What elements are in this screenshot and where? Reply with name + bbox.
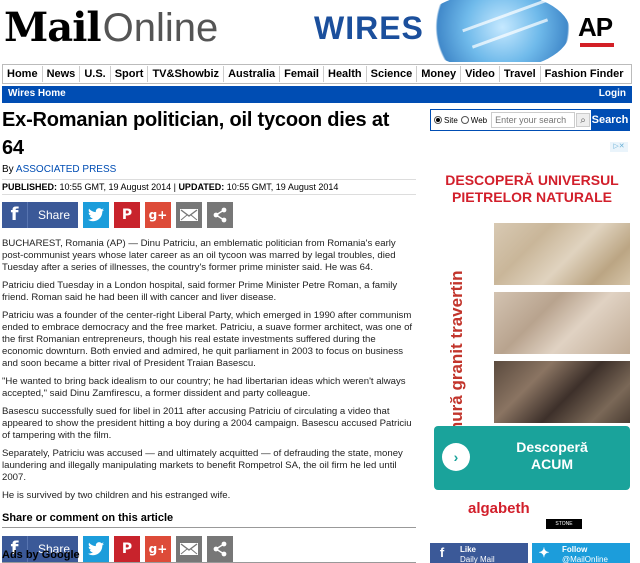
ad-button-text: Descoperă ACUM bbox=[482, 439, 622, 473]
granite-sample-image bbox=[494, 292, 630, 354]
ad-button-line1: Descoperă bbox=[516, 439, 588, 455]
facebook-share-button[interactable]: f Share bbox=[2, 202, 78, 228]
ad-brand: algabeth bbox=[468, 500, 530, 517]
adchoices-icon[interactable]: ▷✕ bbox=[610, 142, 628, 152]
wires-label: WIRES bbox=[314, 10, 424, 46]
ap-logo-underline bbox=[580, 43, 614, 47]
nav-item-u-s-[interactable]: U.S. bbox=[80, 66, 111, 82]
wires-bar: Wires Home Login bbox=[2, 86, 632, 103]
twitter-follow-button[interactable]: ✦ Follow @MailOnline bbox=[532, 543, 630, 563]
article-headline: Ex-Romanian politician, oil tycoon dies … bbox=[2, 109, 390, 159]
wires-banner: WIRES bbox=[310, 0, 570, 62]
main-nav: Home News U.S. Sport TV&Showbiz Australia Fema… bbox=[2, 64, 632, 84]
twitter-follow-account: @MailOnline bbox=[562, 555, 608, 563]
byline: By ASSOCIATED PRESS bbox=[2, 164, 416, 175]
share-comment-heading: Share or comment on this article bbox=[2, 512, 416, 528]
radio-selected-icon bbox=[434, 116, 442, 124]
nav-item-money[interactable]: Money bbox=[417, 66, 462, 82]
search-site-radio[interactable]: Site bbox=[434, 116, 458, 125]
share-icon bbox=[213, 207, 227, 223]
article-body: BUCHAREST, Romania (AP) — Dinu Patriciu,… bbox=[2, 238, 416, 502]
article-paragraph: BUCHAREST, Romania (AP) — Dinu Patriciu,… bbox=[2, 238, 396, 273]
google-plus-share-button[interactable]: g+ bbox=[145, 202, 171, 228]
facebook-like-button[interactable]: f Like Daily Mail bbox=[430, 543, 528, 563]
ad-discover-button[interactable]: › Descoperă ACUM bbox=[434, 426, 630, 490]
nav-item-video[interactable]: Video bbox=[461, 66, 500, 82]
more-share-button[interactable] bbox=[207, 202, 233, 228]
nav-item-femail[interactable]: Femail bbox=[280, 66, 324, 82]
chevron-right-icon: › bbox=[442, 443, 470, 471]
nav-item-science[interactable]: Science bbox=[367, 66, 418, 82]
twitter-icon: ✦ bbox=[538, 545, 550, 560]
twitter-icon bbox=[88, 208, 104, 222]
ad-title: DESCOPERĂ UNIVERSUL PIETRELOR NATURALE bbox=[445, 172, 619, 205]
email-icon bbox=[180, 209, 198, 221]
stone-ad[interactable]: DESCOPERĂ UNIVERSUL PIETRELOR NATURALE m… bbox=[432, 160, 632, 537]
masthead: Mail Online WIRES AP bbox=[0, 0, 640, 62]
published-label: PUBLISHED: bbox=[2, 182, 58, 192]
search-icon[interactable]: ⌕ bbox=[576, 113, 591, 127]
twitter-share-button[interactable] bbox=[83, 202, 109, 228]
site-logo[interactable]: Mail Online bbox=[4, 4, 218, 52]
logo-online: Online bbox=[102, 6, 219, 50]
article-paragraph: He is survived by two children and his e… bbox=[2, 490, 231, 501]
web-radio-label: Web bbox=[470, 115, 488, 125]
search-web-radio[interactable]: Web bbox=[460, 115, 488, 125]
byline-prefix: By bbox=[2, 164, 16, 175]
email-share-button[interactable] bbox=[176, 202, 202, 228]
search-box: Site Web ⌕ Search bbox=[430, 109, 630, 131]
site-radio-label: Site bbox=[444, 115, 458, 125]
ad-button-line2: ACUM bbox=[531, 456, 573, 472]
search-input[interactable] bbox=[491, 112, 576, 128]
radio-unselected-icon bbox=[460, 116, 469, 124]
article-paragraph: "He wanted to bring back idealism to our… bbox=[2, 376, 406, 399]
facebook-share-label: Share bbox=[38, 208, 71, 222]
nav-item-home[interactable]: Home bbox=[3, 66, 43, 82]
wires-home-link[interactable]: Wires Home bbox=[8, 88, 66, 99]
facebook-icon: f bbox=[2, 202, 28, 228]
facebook-icon: f bbox=[439, 545, 445, 560]
updated-date: 10:55 GMT, 19 August 2014 bbox=[224, 182, 339, 192]
article-paragraph: Patriciu was a founder of the center-rig… bbox=[2, 310, 413, 369]
pinterest-icon: P bbox=[121, 207, 133, 223]
nav-item-tv-showbiz[interactable]: TV&Showbiz bbox=[148, 66, 225, 82]
article-paragraph: Patriciu died Tuesday in a London hospit… bbox=[2, 280, 398, 303]
updated-label: UPDATED: bbox=[178, 182, 225, 192]
publish-dates: PUBLISHED: 10:55 GMT, 19 August 2014 | U… bbox=[2, 179, 416, 195]
marble-sample-image bbox=[494, 223, 630, 285]
google-plus-icon: g+ bbox=[148, 208, 168, 222]
article-paragraph: Basescu successfully sued for libel in 2… bbox=[2, 406, 412, 441]
byline-source[interactable]: ASSOCIATED PRESS bbox=[16, 164, 116, 175]
nav-item-fashion-finder[interactable]: Fashion Finder bbox=[541, 66, 628, 82]
nav-item-health[interactable]: Health bbox=[324, 66, 367, 82]
nav-item-news[interactable]: News bbox=[43, 66, 81, 82]
nav-item-sport[interactable]: Sport bbox=[111, 66, 149, 82]
login-link[interactable]: Login bbox=[599, 88, 626, 99]
article: Ex-Romanian politician, oil tycoon dies … bbox=[2, 106, 416, 562]
ap-logo: AP bbox=[578, 12, 613, 42]
pinterest-share-button[interactable]: P bbox=[114, 202, 140, 228]
ad-brand-sub: STONE GROUP bbox=[546, 519, 582, 537]
globe-graphic bbox=[420, 0, 570, 62]
article-paragraph: Separately, Patriciu was accused — and u… bbox=[2, 448, 403, 483]
travertine-sample-image bbox=[494, 361, 630, 423]
twitter-follow-label: Follow bbox=[562, 545, 588, 554]
search-button[interactable]: Search bbox=[591, 110, 629, 130]
facebook-like-account: Daily Mail bbox=[460, 555, 495, 563]
nav-item-travel[interactable]: Travel bbox=[500, 66, 541, 82]
nav-item-australia[interactable]: Australia bbox=[224, 66, 281, 82]
share-bar-top: f Share P g+ bbox=[2, 202, 416, 228]
facebook-like-label: Like bbox=[460, 545, 477, 554]
logo-mail: Mail bbox=[4, 4, 102, 51]
published-date: 10:55 GMT, 19 August 2014 | bbox=[57, 182, 179, 192]
ads-by-google-heading: Ads by Google bbox=[2, 549, 416, 563]
